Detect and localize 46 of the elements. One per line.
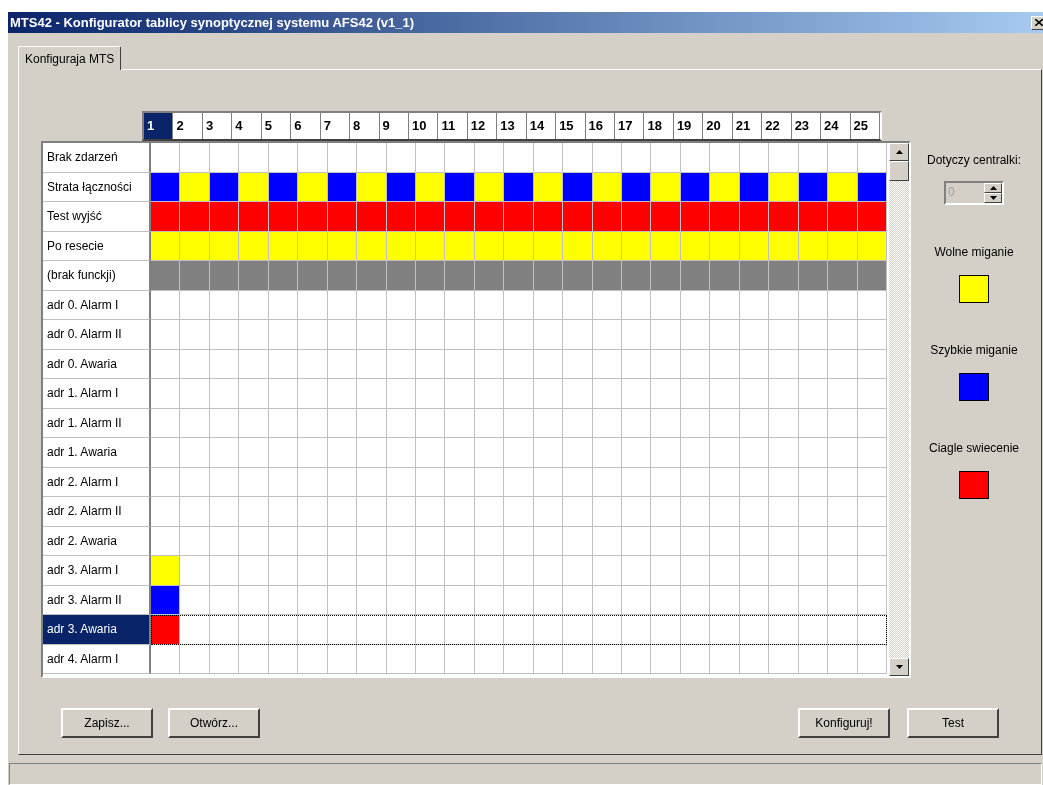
scroll-down-button[interactable]	[889, 658, 909, 676]
row-header[interactable]: (brak funckji)	[43, 261, 151, 291]
column-header[interactable]: 24	[821, 113, 851, 139]
close-icon	[1035, 19, 1043, 26]
column-header[interactable]: 2	[173, 113, 203, 139]
row-header[interactable]: adr 3. Awaria	[43, 615, 151, 645]
column-header[interactable]: 6	[291, 113, 321, 139]
row-header[interactable]: adr 1. Alarm I	[43, 379, 151, 409]
row-header[interactable]: Po resecie	[43, 231, 151, 261]
row-header[interactable]: adr 0. Awaria	[43, 349, 151, 379]
column-header[interactable]: 1	[144, 113, 174, 139]
up-arrow-icon	[895, 150, 903, 154]
scroll-up-button[interactable]	[889, 143, 909, 161]
row-header[interactable]: adr 4. Alarm I	[43, 644, 151, 674]
button[interactable]: Otwórz...	[168, 708, 260, 738]
column-header[interactable]: 25	[850, 113, 880, 139]
row-header[interactable]: Brak zdarzeń	[43, 143, 151, 173]
row-header[interactable]: adr 0. Alarm I	[43, 290, 151, 320]
column-header[interactable]: 17	[615, 113, 645, 139]
row-header[interactable]: adr 2. Alarm II	[43, 497, 151, 527]
column-header[interactable]: 8	[350, 113, 380, 139]
row-header[interactable]: Test wyjść	[43, 202, 151, 232]
button[interactable]: Zapisz...	[61, 708, 153, 738]
column-header[interactable]: 22	[762, 113, 792, 139]
column-header[interactable]: 20	[703, 113, 733, 139]
field-label: Dotyczy centralki:	[927, 152, 1021, 169]
row-header[interactable]: Strata łączności	[43, 172, 151, 202]
row-header[interactable]: adr 2. Alarm I	[43, 467, 151, 497]
down-arrow-icon	[895, 665, 903, 669]
row-header[interactable]: adr 0. Alarm II	[43, 320, 151, 350]
scroll-thumb[interactable]	[889, 161, 909, 181]
row-header[interactable]: adr 1. Awaria	[43, 438, 151, 468]
row-header[interactable]: adr 1. Alarm II	[43, 408, 151, 438]
close-button[interactable]	[1031, 15, 1043, 30]
legend-label: Ciagle swiecenie	[928, 440, 1019, 457]
row-header[interactable]: adr 2. Awaria	[43, 526, 151, 556]
legend-label: Szybkie miganie	[930, 342, 1018, 359]
legend-label: Wolne miganie	[934, 244, 1014, 261]
button[interactable]: Konfiguruj!	[798, 708, 890, 738]
row-header[interactable]: adr 3. Alarm I	[43, 556, 151, 586]
scrollbar[interactable]	[889, 143, 909, 676]
window-title: MTS42 - Konfigurator tablicy synoptycznej systemu AFS42 (v1_1)	[9, 13, 415, 32]
column-header[interactable]: 4	[232, 113, 262, 139]
tab[interactable]: Konfiguraja MTS	[18, 46, 122, 70]
row-header[interactable]: adr 3. Alarm II	[43, 585, 151, 615]
button[interactable]: Test	[907, 708, 999, 738]
